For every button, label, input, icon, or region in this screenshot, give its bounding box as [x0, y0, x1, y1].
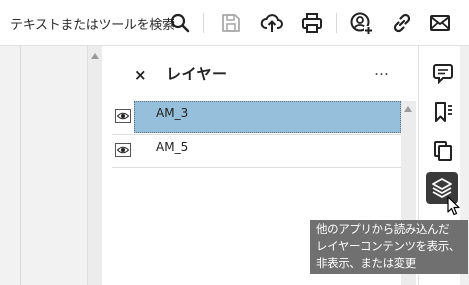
print-icon[interactable]: [300, 11, 324, 35]
tooltip-line: レイヤーコンテンツを表示、: [316, 239, 460, 253]
link-icon[interactable]: [390, 11, 414, 35]
visibility-toggle[interactable]: [115, 143, 131, 157]
more-options-button[interactable]: …: [374, 61, 390, 79]
upload-icon[interactable]: [260, 11, 284, 35]
comment-icon[interactable]: [429, 59, 457, 87]
eye-icon: [117, 146, 129, 154]
visibility-toggle[interactable]: [115, 109, 131, 123]
save-icon[interactable]: [219, 11, 243, 35]
mail-icon[interactable]: [428, 11, 452, 35]
layer-row[interactable]: AM_3: [112, 101, 401, 134]
scroll-up-arrow-icon[interactable]: [404, 106, 412, 112]
top-toolbar: テキストまたはツールを検索: [0, 0, 469, 46]
layer-name: AM_5: [156, 140, 189, 154]
search-tools-label[interactable]: テキストまたはツールを検索: [10, 14, 175, 33]
page-edge: [20, 46, 21, 285]
pages-icon[interactable]: [429, 137, 457, 165]
tooltip-line: 非表示、または変更: [316, 256, 416, 270]
layers-tooltip: 他のアプリから読み込んだ レイヤーコンテンツを表示、 非表示、または変更: [310, 220, 468, 274]
scroll-up-arrow-icon[interactable]: [91, 53, 99, 59]
bookmark-icon[interactable]: [429, 98, 457, 126]
search-icon[interactable]: [168, 11, 192, 35]
layer-name: AM_3: [156, 106, 189, 120]
toolbar-divider: [336, 13, 337, 33]
document-area: [0, 46, 87, 285]
panel-title: レイヤー: [166, 65, 228, 83]
eye-icon: [117, 112, 129, 120]
toolbar-divider: [203, 13, 204, 33]
close-panel-button[interactable]: ×: [134, 66, 147, 84]
add-user-icon[interactable]: [349, 11, 373, 35]
document-scrollbar[interactable]: [87, 46, 102, 285]
tooltip-line: 他のアプリから読み込んだ: [316, 222, 450, 236]
mouse-pointer-icon: [447, 196, 460, 216]
layer-row[interactable]: AM_5: [112, 135, 401, 168]
